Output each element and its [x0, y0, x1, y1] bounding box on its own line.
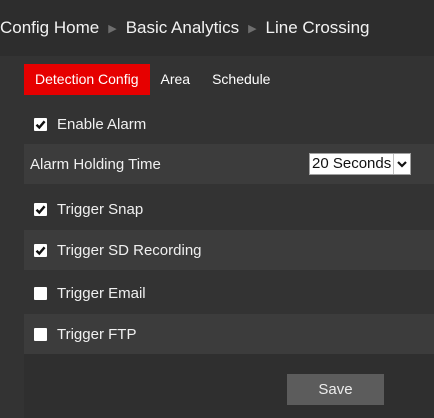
breadcrumb-config-home[interactable]: Config Home: [0, 18, 99, 38]
alarm-holding-time-label: Alarm Holding Time: [30, 155, 161, 173]
breadcrumb-separator-icon: ▶: [108, 22, 117, 35]
tab-detection-config[interactable]: Detection Config: [24, 64, 150, 95]
alarm-holding-time-value: 20 Seconds: [312, 155, 392, 172]
enable-alarm-checkbox[interactable]: [34, 117, 47, 131]
trigger-sd-recording-row: Trigger SD Recording: [24, 230, 434, 270]
trigger-email-checkbox[interactable]: [34, 286, 47, 300]
trigger-ftp-checkbox[interactable]: [34, 327, 47, 341]
check-icon: [35, 246, 46, 255]
breadcrumb: Config Home ▶ Basic Analytics ▶ Line Cro…: [0, 0, 434, 56]
trigger-ftp-label: Trigger FTP: [57, 325, 137, 343]
breadcrumb-basic-analytics[interactable]: Basic Analytics: [126, 18, 239, 38]
trigger-sd-recording-label: Trigger SD Recording: [57, 241, 202, 259]
check-icon: [35, 120, 46, 129]
enable-alarm-label: Enable Alarm: [57, 115, 147, 133]
save-button[interactable]: Save: [287, 374, 384, 405]
trigger-ftp-row: Trigger FTP: [24, 314, 434, 354]
check-icon: [35, 205, 46, 214]
trigger-email-label: Trigger Email: [57, 284, 146, 302]
tab-schedule[interactable]: Schedule: [201, 64, 281, 95]
breadcrumb-line-crossing: Line Crossing: [265, 18, 370, 37]
breadcrumb-separator-icon: ▶: [248, 22, 257, 35]
alarm-holding-time-row: Alarm Holding Time 20 Seconds: [24, 144, 434, 184]
trigger-sd-recording-checkbox[interactable]: [34, 243, 47, 257]
trigger-snap-label: Trigger Snap: [57, 200, 144, 218]
tab-bar: Detection Config Area Schedule: [24, 64, 281, 95]
dropdown-arrow-icon[interactable]: [393, 154, 411, 174]
trigger-snap-row: Trigger Snap: [24, 189, 434, 229]
tab-area[interactable]: Area: [150, 64, 202, 95]
trigger-email-row: Trigger Email: [24, 273, 434, 313]
enable-alarm-row: Enable Alarm: [24, 104, 434, 144]
alarm-holding-time-select[interactable]: 20 Seconds: [309, 153, 412, 175]
trigger-snap-checkbox[interactable]: [34, 202, 47, 216]
